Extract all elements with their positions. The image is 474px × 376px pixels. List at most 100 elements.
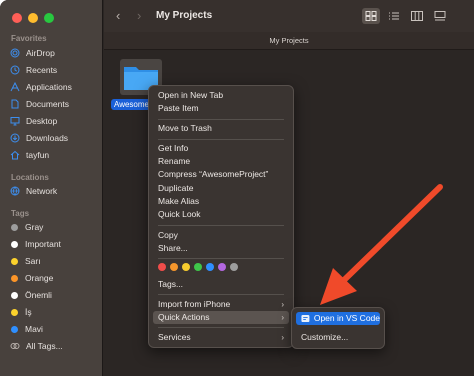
tag-green[interactable] <box>194 263 202 271</box>
icon-view-button[interactable] <box>362 8 380 24</box>
menu-item-tags[interactable]: Tags... <box>153 278 289 291</box>
sidebar-item-recents[interactable]: Recents <box>10 62 57 78</box>
sidebar-item-label: Downloads <box>26 133 69 143</box>
chevron-right-icon: › <box>281 300 284 309</box>
menu-item-share[interactable]: Share... <box>153 242 289 255</box>
menu-separator <box>158 327 284 328</box>
menu-separator <box>158 119 284 120</box>
favorites-heading: Favorites <box>11 34 47 43</box>
sidebar-item-label: İş <box>25 307 32 317</box>
gallery-view-button[interactable] <box>431 8 449 24</box>
submenu-item-open-vscode[interactable]: Open in VS Code <box>296 312 380 325</box>
menu-separator <box>158 258 284 259</box>
tag-color-dot <box>11 257 18 265</box>
sidebar-tag-mavi[interactable]: Mavi <box>10 321 43 337</box>
submenu-item-customize[interactable]: Customize... <box>296 331 380 344</box>
sidebar-tag-sari[interactable]: Sarı <box>10 253 41 269</box>
sidebar-item-label: Gray <box>25 222 44 232</box>
chevron-right-icon[interactable]: › <box>137 8 141 23</box>
sidebar-tag-orange[interactable]: Orange <box>10 270 53 286</box>
list-icon <box>389 12 399 20</box>
column-view-button[interactable] <box>408 8 426 24</box>
download-icon <box>10 133 20 143</box>
sidebar-item-label: tayfun <box>26 150 50 160</box>
sidebar-item-label: Documents <box>26 99 69 109</box>
menu-item-quick-actions[interactable]: Quick Actions › <box>153 311 289 324</box>
sidebar-tag-important[interactable]: Important <box>10 236 61 252</box>
submenu-item-label: Open in VS Code <box>313 313 380 323</box>
sidebar-item-label: Important <box>25 239 61 249</box>
close-button[interactable] <box>12 13 22 23</box>
menu-item-paste[interactable]: Paste Item <box>153 102 289 115</box>
grid-icon <box>365 11 377 21</box>
tag-color-dot <box>11 291 18 299</box>
clock-icon <box>10 65 20 75</box>
menu-item-get-info[interactable]: Get Info <box>153 142 289 155</box>
menu-item-import-iphone[interactable]: Import from iPhone › <box>153 298 289 311</box>
window-controls <box>12 13 54 23</box>
sidebar-item-applications[interactable]: Applications <box>10 79 72 95</box>
sidebar-item-label: Önemli <box>25 290 52 300</box>
menu-item-duplicate[interactable]: Duplicate <box>153 182 289 195</box>
menu-item-compress[interactable]: Compress “AwesomeProject” <box>153 168 289 181</box>
tag-yellow[interactable] <box>182 263 190 271</box>
tags-heading: Tags <box>11 209 30 218</box>
finder-window: Favorites AirDrop Recents Applications D… <box>0 0 474 376</box>
chevron-left-icon[interactable]: ‹ <box>116 8 120 23</box>
menu-separator <box>158 225 284 226</box>
menu-item-label: Services <box>158 332 191 342</box>
sidebar-item-downloads[interactable]: Downloads <box>10 130 68 146</box>
zoom-button[interactable] <box>44 13 54 23</box>
home-icon <box>10 150 20 160</box>
menu-item-move-to-trash[interactable]: Move to Trash <box>153 122 289 135</box>
sidebar-item-label: AirDrop <box>26 48 55 58</box>
sidebar-tag-onemli[interactable]: Önemli <box>10 287 52 303</box>
sidebar-tag-is[interactable]: İş <box>10 304 32 320</box>
globe-icon <box>10 186 20 196</box>
menu-item-copy[interactable]: Copy <box>153 229 289 242</box>
chevron-right-icon: › <box>281 313 284 322</box>
menu-item-services[interactable]: Services › <box>153 331 289 344</box>
tag-blue[interactable] <box>206 263 214 271</box>
document-icon <box>10 99 20 109</box>
tag-color-row <box>158 263 238 271</box>
sidebar-item-label: Network <box>26 186 58 196</box>
sidebar-item-network[interactable]: Network <box>10 183 57 199</box>
sidebar-item-label: Applications <box>26 82 72 92</box>
tag-color-dot <box>11 274 18 282</box>
minimize-button[interactable] <box>28 13 38 23</box>
menu-separator <box>158 139 284 140</box>
sidebar-all-tags[interactable]: All Tags... <box>10 338 63 354</box>
tag-color-dot <box>11 325 18 333</box>
sidebar-item-documents[interactable]: Documents <box>10 96 69 112</box>
sidebar: Favorites AirDrop Recents Applications D… <box>0 0 103 376</box>
all-tags-icon <box>10 341 20 351</box>
tag-gray[interactable] <box>230 263 238 271</box>
sidebar-item-label: Sarı <box>25 256 41 266</box>
tag-red[interactable] <box>158 263 166 271</box>
menu-item-quick-look[interactable]: Quick Look <box>153 208 289 221</box>
tag-orange[interactable] <box>170 263 178 271</box>
menu-item-label: Import from iPhone <box>158 299 231 309</box>
airdrop-icon <box>10 48 20 58</box>
sidebar-item-desktop[interactable]: Desktop <box>10 113 57 129</box>
applications-icon <box>10 82 20 92</box>
window-title: My Projects <box>156 10 213 21</box>
sidebar-item-label: Orange <box>25 273 54 283</box>
sidebar-item-label: Desktop <box>26 116 58 126</box>
list-view-button[interactable] <box>385 8 403 24</box>
menu-item-rename[interactable]: Rename <box>153 155 289 168</box>
menu-item-open-new-tab[interactable]: Open in New Tab <box>153 89 289 102</box>
sidebar-item-airdrop[interactable]: AirDrop <box>10 45 55 61</box>
context-menu: Open in New Tab Paste Item Move to Trash… <box>148 85 294 348</box>
toolbar: ‹ › My Projects <box>104 0 474 32</box>
tag-purple[interactable] <box>218 263 226 271</box>
sidebar-item-home[interactable]: tayfun <box>10 147 49 163</box>
menu-item-make-alias[interactable]: Make Alias <box>153 195 289 208</box>
path-bar: My Projects <box>104 32 474 50</box>
automator-icon <box>301 314 310 323</box>
sidebar-item-label: Mavi <box>25 324 43 334</box>
sidebar-tag-gray[interactable]: Gray <box>10 219 43 235</box>
tag-color-dot <box>11 240 18 248</box>
menu-item-label: Quick Actions <box>158 312 210 322</box>
